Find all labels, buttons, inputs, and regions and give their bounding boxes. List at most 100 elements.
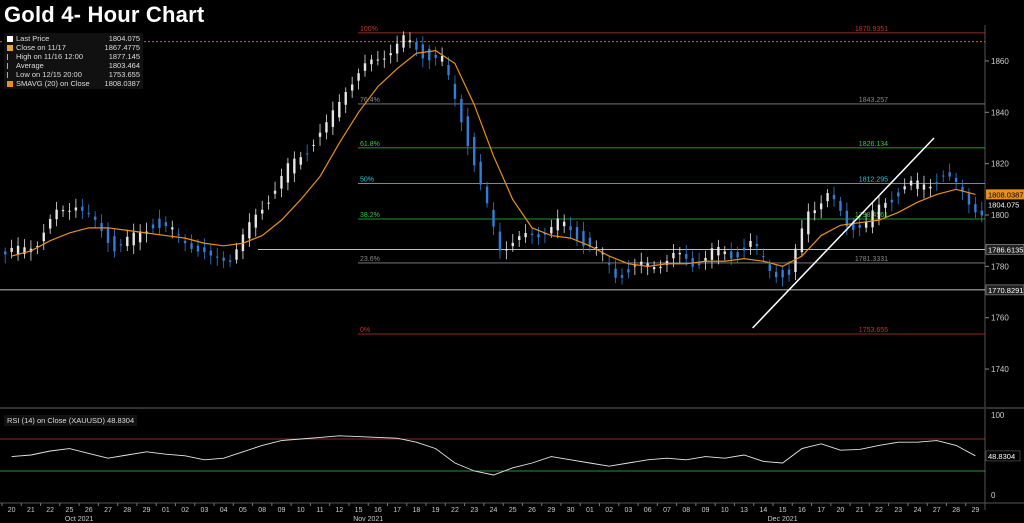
x-tick-label: 10 — [297, 507, 305, 514]
candle-body — [138, 231, 142, 243]
candle-body — [132, 232, 135, 246]
candle-body — [614, 268, 617, 278]
x-tick-label: 26 — [528, 507, 536, 514]
x-tick-label: 29 — [971, 507, 979, 514]
candle-body — [61, 210, 65, 212]
rsi-tick-label: 100 — [991, 411, 1005, 420]
x-tick-label: 06 — [644, 507, 652, 514]
candle-body — [685, 254, 688, 259]
legend-item: High on 11/16 12:00 1877.145 — [7, 52, 140, 61]
legend-item: Last Price 1804.075 — [7, 34, 140, 43]
x-tick-label: 24 — [914, 507, 922, 514]
candle-body — [171, 227, 174, 230]
square-icon — [7, 36, 13, 43]
candle-body — [312, 144, 315, 146]
candle-body — [967, 193, 971, 205]
candle-body — [100, 223, 103, 231]
level-label: 1770.8291 — [988, 286, 1023, 295]
x-tick-label: 09 — [278, 507, 286, 514]
candle-body — [479, 161, 482, 185]
x-tick-label: 10 — [721, 507, 729, 514]
candle-body — [800, 228, 804, 253]
candle-body — [408, 40, 412, 43]
candle-body — [331, 110, 335, 127]
candle-body — [293, 158, 296, 174]
x-tick-label: 11 — [316, 507, 323, 514]
candle-body — [280, 175, 283, 189]
candle-body — [10, 247, 13, 252]
candle-body — [954, 177, 958, 182]
candle-body — [768, 264, 771, 272]
x-tick-label: 01 — [586, 507, 594, 514]
candle-body — [363, 63, 367, 71]
candle-body — [4, 251, 7, 255]
candle-body — [524, 233, 527, 238]
x-tick-label: 26 — [85, 507, 93, 514]
x-tick-label: 07 — [663, 507, 671, 514]
fib-ratio-label: 100% — [360, 26, 378, 33]
candle-body — [254, 214, 257, 228]
candle-body — [434, 54, 437, 58]
candle-body — [267, 202, 270, 204]
candle-body — [492, 209, 495, 227]
plus-icon — [7, 72, 13, 79]
fib-value-label: 1781.3331 — [855, 256, 888, 263]
x-tick-label: 23 — [894, 507, 902, 514]
rsi-legend: RSI (14) on Close (XAUUSD) 48.8304 — [4, 415, 138, 426]
x-tick-label: 21 — [27, 507, 35, 514]
candle-body — [273, 190, 277, 194]
candle-body — [203, 247, 206, 253]
candle-body — [640, 261, 643, 265]
candle-body — [774, 271, 778, 278]
x-tick-label: 01 — [162, 507, 170, 514]
candle-body — [460, 98, 463, 123]
candle-body — [68, 210, 71, 212]
candle-body — [826, 193, 829, 202]
price-tick-label: 1840 — [991, 108, 1009, 117]
candle-body — [864, 221, 868, 228]
candle-body — [890, 199, 894, 203]
legend-item: Low on 12/15 20:00 1753.655 — [7, 70, 140, 79]
x-tick-label: 20 — [837, 507, 845, 514]
x-tick-label: 13 — [740, 507, 748, 514]
candle-body — [106, 227, 110, 243]
candle-body — [948, 172, 951, 177]
candle-body — [350, 84, 354, 91]
x-tick-label: 22 — [875, 507, 883, 514]
x-tick-label: 24 — [490, 507, 498, 514]
x-tick-label: 02 — [605, 507, 613, 514]
candle-body — [196, 245, 200, 252]
candle-body — [383, 58, 386, 60]
candle-body — [537, 234, 540, 238]
candle-body — [48, 219, 52, 229]
candle-body — [575, 227, 579, 240]
candle-body — [530, 233, 534, 235]
candle-body — [177, 234, 180, 236]
candle-body — [659, 266, 662, 269]
candle-body — [595, 247, 598, 249]
candle-body — [216, 256, 219, 258]
fib-value-label: 1753.655 — [859, 327, 888, 334]
fib-ratio-label: 61.8% — [360, 141, 380, 148]
candle-body — [151, 224, 155, 229]
candle-body — [421, 44, 425, 59]
candle-body — [222, 257, 225, 261]
fib-ratio-label: 38.2% — [360, 212, 380, 219]
candle-body — [909, 180, 913, 186]
candle-body — [415, 42, 418, 50]
candle-body — [299, 157, 302, 165]
x-tick-label: 16 — [798, 507, 806, 514]
x-tick-label: 27 — [104, 507, 112, 514]
candle-body — [305, 153, 309, 155]
x-tick-label: 28 — [952, 507, 960, 514]
month-label: Dec 2021 — [768, 516, 798, 523]
candle-body — [344, 92, 347, 105]
fib-ratio-label: 23.6% — [360, 256, 380, 263]
x-tick-label: 03 — [625, 507, 633, 514]
candle-body — [376, 59, 380, 61]
candle-body — [929, 186, 932, 189]
price-tick-label: 1860 — [991, 57, 1009, 66]
candle-body — [190, 243, 193, 249]
candle-body — [517, 236, 521, 241]
candle-body — [819, 203, 823, 210]
